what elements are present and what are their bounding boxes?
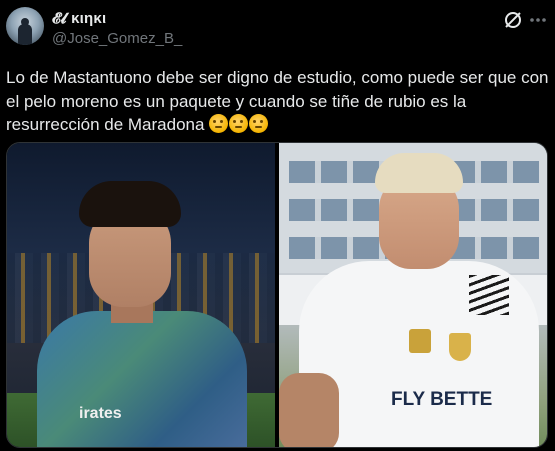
- right-sponsor-text: FLY BETTE: [391, 389, 493, 410]
- media-grid: irates FLY BETTE: [6, 142, 548, 448]
- photo-left[interactable]: irates: [7, 143, 275, 447]
- tweet-text: Lo de Mastantuono debe ser digno de estu…: [6, 66, 551, 137]
- tweet-text-body: Lo de Mastantuono debe ser digno de estu…: [6, 68, 549, 134]
- grok-icon[interactable]: [503, 10, 523, 30]
- user-handle[interactable]: @Jose_Gomez_B_: [52, 30, 182, 47]
- avatar[interactable]: [6, 7, 44, 45]
- photo-right[interactable]: FLY BETTE: [279, 143, 547, 447]
- thinking-face-icon: [209, 114, 229, 133]
- thinking-face-icon: [229, 114, 249, 133]
- more-icon[interactable]: [528, 10, 548, 30]
- tweet-header: 𝓔𝓵 κιηκι @Jose_Gomez_B_: [0, 0, 555, 58]
- display-name[interactable]: 𝓔𝓵 κιηκι: [52, 10, 106, 27]
- left-shirt-text: irates: [79, 405, 122, 422]
- thinking-face-icon: [249, 114, 269, 133]
